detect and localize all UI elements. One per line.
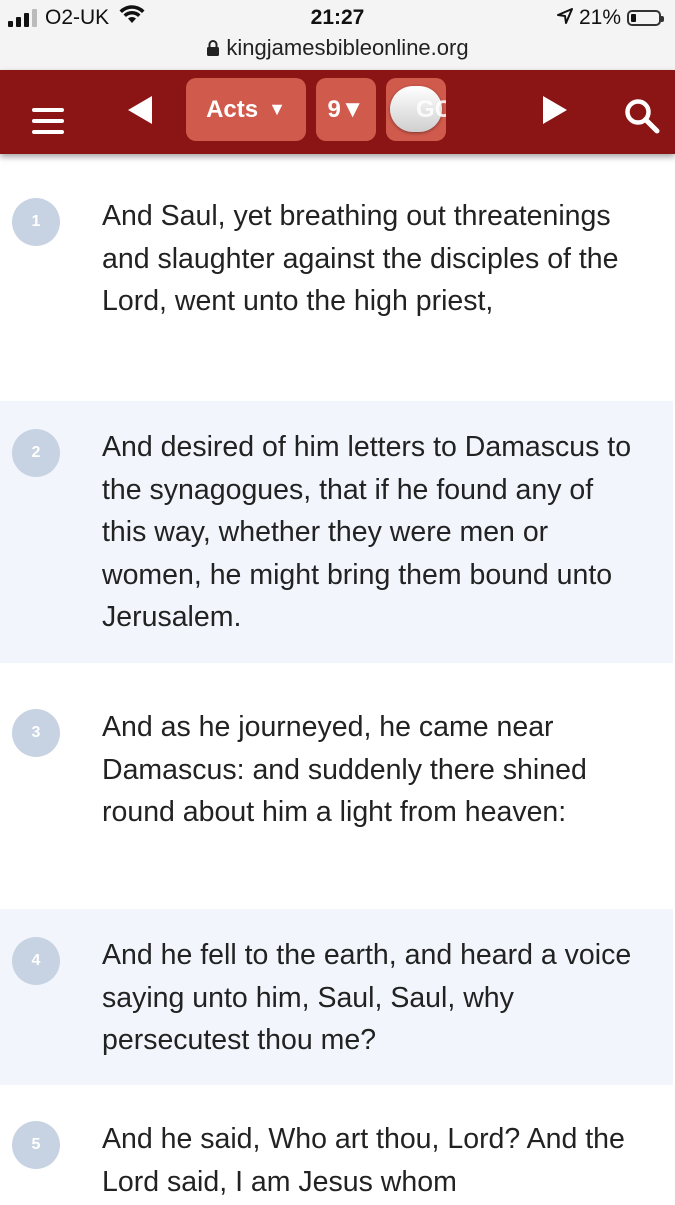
verse-list: 1 And Saul, yet breathing out threatenin… — [0, 155, 675, 1205]
verse-number-badge[interactable]: 5 — [12, 1121, 60, 1169]
verse-text: And he said, Who art thou, Lord? And the… — [102, 1123, 625, 1198]
status-bar: O2-UK 21:27 21% — [0, 0, 675, 36]
previous-chapter-arrow-icon[interactable] — [128, 96, 152, 124]
go-button-label: GO — [416, 95, 446, 123]
battery-icon — [627, 10, 664, 26]
verse-row: 4 And he fell to the earth, and heard a … — [0, 909, 673, 1085]
url-bar[interactable]: kingjamesbibleonline.org — [0, 36, 675, 70]
chapter-select[interactable]: 9▼ — [316, 78, 376, 141]
location-arrow-icon — [556, 6, 573, 30]
verse-number-badge[interactable]: 1 — [12, 198, 60, 246]
search-icon[interactable] — [624, 98, 660, 139]
book-select[interactable]: Acts ▼ — [186, 78, 306, 141]
verse-text: And he fell to the earth, and heard a vo… — [102, 939, 632, 1056]
verse-text: And desired of him letters to Damascus t… — [102, 431, 632, 633]
verse-text: And as he journeyed, he came near Damasc… — [102, 711, 587, 828]
chapter-select-label: 9▼ — [327, 95, 365, 123]
verse-row: 5 And he said, Who art thou, Lord? And t… — [0, 1085, 673, 1205]
verse-row: 2 And desired of him letters to Damascus… — [0, 401, 673, 663]
verse-row: 3 And as he journeyed, he came near Dama… — [0, 663, 673, 909]
next-chapter-arrow-icon[interactable] — [543, 96, 567, 124]
lock-icon — [206, 38, 220, 62]
verse-number-badge[interactable]: 3 — [12, 709, 60, 757]
menu-icon[interactable] — [32, 108, 64, 141]
verse-number-badge[interactable]: 2 — [12, 429, 60, 477]
chevron-down-icon: ▼ — [268, 99, 286, 119]
go-button[interactable]: GO — [386, 78, 446, 141]
book-select-label: Acts — [206, 95, 259, 123]
url-text: kingjamesbibleonline.org — [226, 35, 469, 60]
verse-number-badge[interactable]: 4 — [12, 937, 60, 985]
verse-text: And Saul, yet breathing out threatenings… — [102, 200, 619, 317]
battery-percent: 21% — [578, 6, 621, 29]
status-right: 21% — [556, 6, 664, 30]
bible-nav-bar: Acts ▼ 9▼ GO — [0, 70, 675, 154]
verse-row: 1 And Saul, yet breathing out threatenin… — [0, 155, 673, 401]
